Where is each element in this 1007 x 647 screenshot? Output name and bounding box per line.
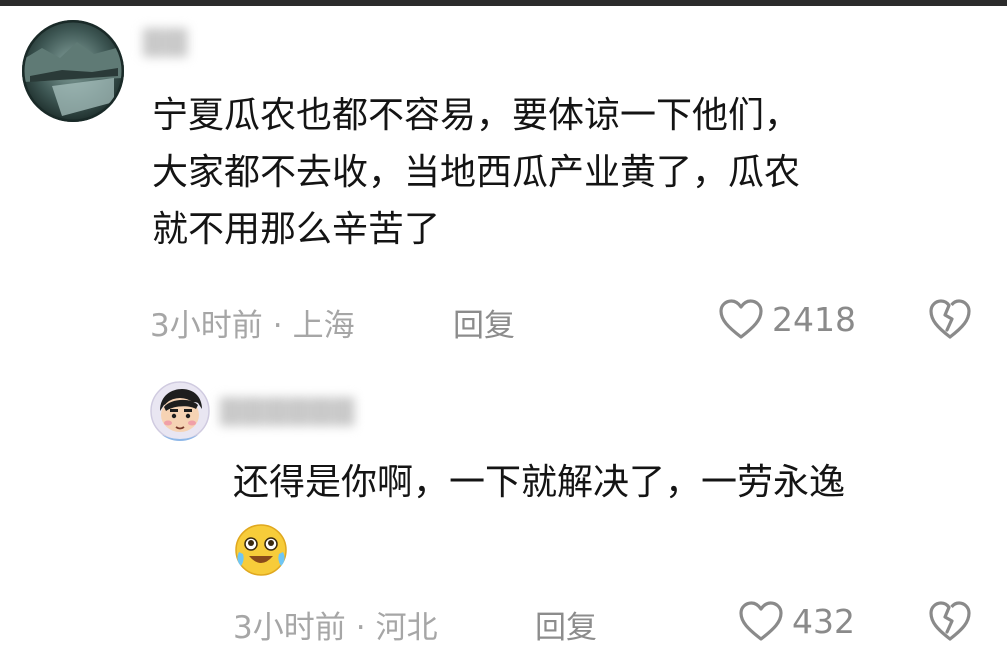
top-bar (0, 0, 1007, 6)
dislike-button[interactable] (928, 298, 972, 340)
timestamp: 3小时前 (233, 610, 346, 646)
meta-separator: · (355, 610, 366, 646)
timestamp: 3小时前 (150, 308, 263, 344)
landscape-avatar-icon (22, 20, 124, 122)
broken-heart-icon (929, 299, 971, 339)
like-count: 432 (792, 601, 855, 641)
comment-meta: 3小时前 · 河北 (233, 602, 438, 647)
like-button[interactable]: 2418 (718, 298, 856, 340)
broken-heart-icon (929, 601, 971, 641)
comment-line: 宁夏瓜农也都不容易，要体谅一下他们， (152, 95, 801, 136)
heart-icon (738, 600, 784, 642)
cartoon-boy-avatar-icon (150, 381, 210, 441)
reply-button[interactable]: 回复 (453, 300, 515, 345)
comment-line: 就不用那么辛苦了 (152, 209, 441, 250)
comment-text: 宁夏瓜农也都不容易，要体谅一下他们， 大家都不去收，当地西瓜产业黄了，瓜农 就不… (152, 87, 800, 258)
like-count: 2418 (772, 299, 856, 339)
dislike-button[interactable] (928, 600, 972, 642)
comment-line: 还得是你啊，一下就解决了，一劳永逸 (233, 462, 846, 503)
avatar[interactable] (150, 381, 210, 441)
comment-text: 还得是你啊，一下就解决了，一劳永逸 (233, 454, 845, 511)
reply-button[interactable]: 回复 (535, 602, 597, 647)
comment-meta: 3小时前 · 上海 (150, 300, 355, 345)
laugh-cry-emoji-icon (233, 522, 289, 578)
meta-separator: · (272, 308, 283, 344)
like-button[interactable]: 432 (738, 600, 855, 642)
location: 河北 (375, 610, 438, 646)
avatar[interactable] (22, 20, 124, 122)
comment-line: 大家都不去收，当地西瓜产业黄了，瓜农 (152, 152, 801, 193)
username[interactable]: ▇▇ (143, 24, 188, 57)
heart-icon (718, 298, 764, 340)
location: 上海 (292, 308, 355, 344)
username[interactable]: ▇▇▇▇▇▇ (220, 393, 355, 426)
